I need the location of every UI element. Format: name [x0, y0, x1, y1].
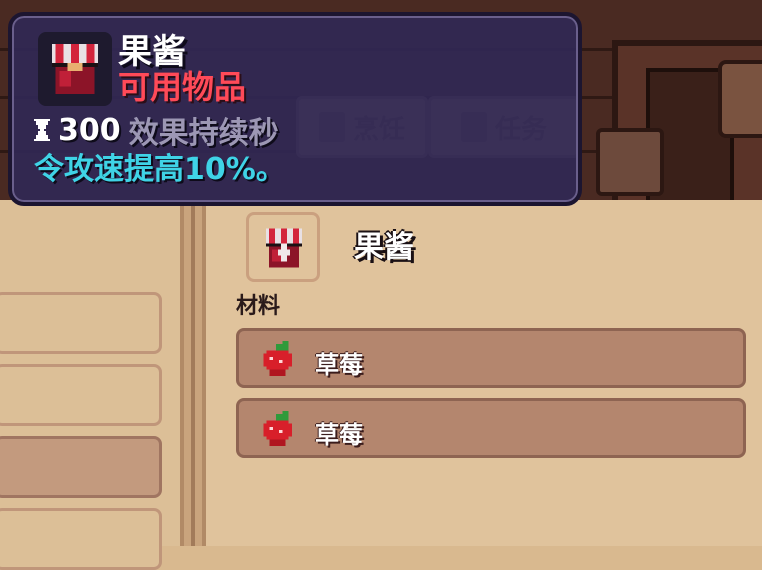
- hourglass-icon: [34, 119, 50, 141]
- ingredient-row[interactable]: 草莓: [236, 328, 746, 388]
- wooden-stool: [596, 128, 664, 196]
- materials-label: 材料: [236, 294, 281, 319]
- tooltip-item-type: 可用物品: [118, 68, 247, 106]
- recipe-list-item[interactable]: [0, 508, 162, 570]
- recipe-list-item[interactable]: [0, 292, 162, 354]
- recipe-list-panel: [0, 200, 180, 570]
- result-item-name: 果酱: [354, 230, 414, 265]
- duration-value: 300: [58, 112, 121, 148]
- tooltip-effect-text: 令攻速提高10%。: [34, 152, 286, 187]
- recipe-list-item-selected[interactable]: [0, 436, 162, 498]
- ingredient-name: 草莓: [315, 421, 363, 449]
- result-item-slot[interactable]: [246, 212, 320, 282]
- barrel: [718, 60, 762, 138]
- jam-jar-icon: [51, 43, 99, 95]
- panel-divider: [180, 200, 206, 546]
- item-tooltip: 果酱 可用物品 300 效果持续秒 令攻速提高10%。: [8, 12, 582, 206]
- tooltip-icon-frame: [38, 32, 112, 106]
- strawberry-icon: [263, 411, 292, 446]
- jam-jar-icon: [266, 228, 302, 268]
- ingredient-name: 草莓: [315, 351, 363, 379]
- recipe-list-item[interactable]: [0, 364, 162, 426]
- strawberry-icon: [263, 341, 292, 376]
- ingredient-row[interactable]: 草莓: [236, 398, 746, 458]
